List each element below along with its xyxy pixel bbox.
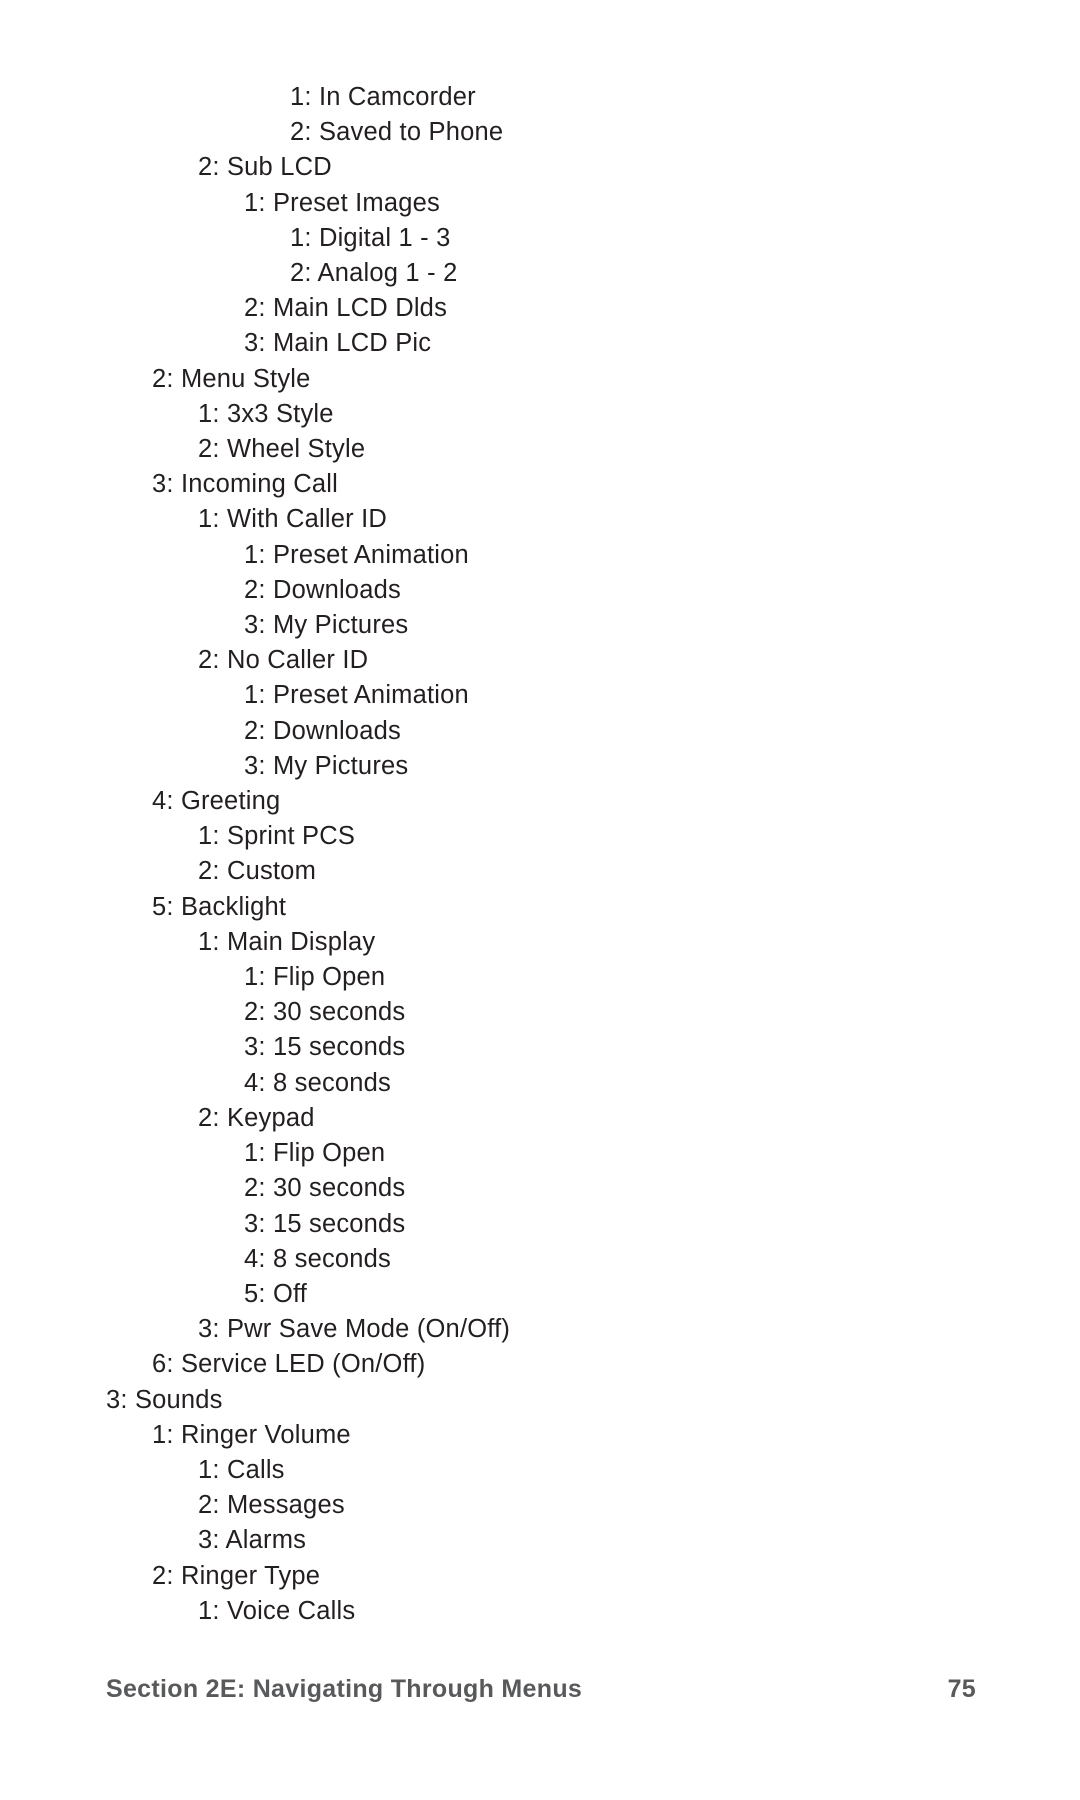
menu-item: 1: Flip Open (106, 960, 976, 995)
menu-item: 2: 30 seconds (106, 995, 976, 1030)
menu-item: 2: Sub LCD (106, 150, 976, 185)
menu-item: 2: Custom (106, 854, 976, 889)
page-footer: Section 2E: Navigating Through Menus 75 (106, 1675, 976, 1704)
menu-item: 2: Saved to Phone (106, 115, 976, 150)
menu-item: 2: Analog 1 - 2 (106, 256, 976, 291)
menu-item: 3: 15 seconds (106, 1030, 976, 1065)
menu-item: 5: Backlight (106, 890, 976, 925)
menu-item: 1: Main Display (106, 925, 976, 960)
menu-item: 2: Menu Style (106, 362, 976, 397)
menu-item: 3: My Pictures (106, 749, 976, 784)
menu-item: 1: In Camcorder (106, 80, 976, 115)
menu-item: 2: Downloads (106, 714, 976, 749)
menu-item: 2: 30 seconds (106, 1171, 976, 1206)
menu-item: 1: Digital 1 - 3 (106, 221, 976, 256)
menu-item: 2: Wheel Style (106, 432, 976, 467)
menu-item: 2: No Caller ID (106, 643, 976, 678)
menu-item: 1: Sprint PCS (106, 819, 976, 854)
menu-item: 3: Main LCD Pic (106, 326, 976, 361)
menu-item: 1: Preset Animation (106, 678, 976, 713)
menu-item: 4: Greeting (106, 784, 976, 819)
menu-item: 1: Calls (106, 1453, 976, 1488)
menu-item: 3: Pwr Save Mode (On/Off) (106, 1312, 976, 1347)
menu-item: 1: Preset Images (106, 186, 976, 221)
menu-item: 1: 3x3 Style (106, 397, 976, 432)
menu-item: 3: My Pictures (106, 608, 976, 643)
menu-item: 1: Voice Calls (106, 1594, 976, 1629)
menu-item: 4: 8 seconds (106, 1242, 976, 1277)
menu-item: 3: Sounds (106, 1383, 976, 1418)
footer-section-label: Section 2E: Navigating Through Menus (106, 1675, 582, 1704)
menu-item: 3: Alarms (106, 1523, 976, 1558)
menu-item: 1: Flip Open (106, 1136, 976, 1171)
menu-item: 6: Service LED (On/Off) (106, 1347, 976, 1382)
menu-item: 3: 15 seconds (106, 1207, 976, 1242)
menu-item: 4: 8 seconds (106, 1066, 976, 1101)
menu-item: 1: Preset Animation (106, 538, 976, 573)
menu-item: 2: Ringer Type (106, 1559, 976, 1594)
menu-item: 2: Main LCD Dlds (106, 291, 976, 326)
menu-item: 3: Incoming Call (106, 467, 976, 502)
menu-item: 2: Downloads (106, 573, 976, 608)
footer-page-number: 75 (948, 1675, 976, 1704)
menu-item: 5: Off (106, 1277, 976, 1312)
menu-item: 1: With Caller ID (106, 502, 976, 537)
menu-item: 2: Keypad (106, 1101, 976, 1136)
menu-item: 1: Ringer Volume (106, 1418, 976, 1453)
menu-outline: 1: In Camcorder2: Saved to Phone2: Sub L… (106, 80, 976, 1629)
menu-item: 2: Messages (106, 1488, 976, 1523)
